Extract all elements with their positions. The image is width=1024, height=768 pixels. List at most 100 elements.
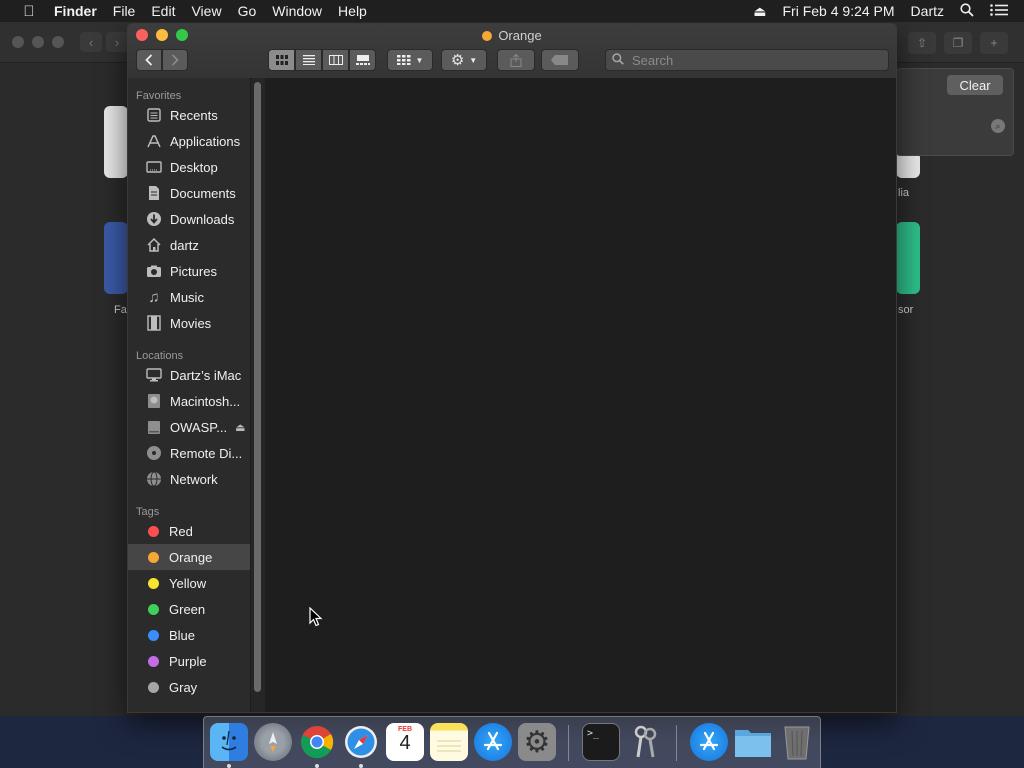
group-by-button[interactable]: ▼ [387, 49, 433, 71]
terminal-prompt-icon: >_ [587, 728, 600, 739]
sidebar-item-documents[interactable]: Documents [128, 180, 250, 206]
menu-edit[interactable]: Edit [151, 3, 175, 19]
sidebar-item-label: Network [170, 471, 218, 487]
eject-icon[interactable]: ⏏ [235, 421, 245, 434]
gallery-view-icon [355, 55, 370, 65]
menu-app-finder[interactable]: Finder [54, 3, 97, 19]
safari-icon[interactable] [342, 723, 380, 761]
background-app-label-2: Fa [114, 304, 127, 316]
sidebar-item-network[interactable]: Network [128, 466, 250, 492]
sidebar-item-movies[interactable]: Movies [128, 310, 250, 336]
sidebar-item-downloads[interactable]: Downloads [128, 206, 250, 232]
app-store-folder-icon[interactable] [690, 723, 728, 761]
background-app-label-4: sor [898, 304, 914, 316]
clear-button[interactable]: Clear [947, 75, 1003, 95]
share-button[interactable] [497, 49, 535, 71]
sidebar-item-label: Macintosh... [170, 393, 241, 409]
sidebar-tag-green[interactable]: Green [128, 596, 250, 622]
tag-button-wrap [541, 49, 579, 71]
sidebar-item-owasp-drive[interactable]: OWASP... ⏏ [128, 414, 250, 440]
forward-button[interactable] [162, 49, 188, 71]
mouse-cursor-icon [309, 607, 323, 627]
sidebar-tag-blue[interactable]: Blue [128, 622, 250, 648]
list-view-button[interactable] [295, 49, 322, 71]
share-icon[interactable]: ⇧ [908, 32, 936, 54]
eject-status-icon[interactable]: ⏏ [753, 3, 766, 20]
search-input[interactable] [630, 51, 874, 69]
file-content-area[interactable] [265, 78, 896, 712]
background-app-label-3: lia [898, 187, 910, 199]
group-button-wrap: ▼ [387, 49, 433, 71]
chevron-down-icon: ▼ [415, 55, 424, 65]
pictures-icon [145, 263, 163, 279]
scrollbar-thumb[interactable] [254, 82, 261, 692]
search-icon [612, 52, 624, 68]
sidebar-item-applications[interactable]: Applications [128, 128, 250, 154]
keychain-access-icon[interactable] [626, 723, 664, 761]
sidebar-item-label: Purple [169, 653, 207, 669]
sidebar-tag-yellow[interactable]: Yellow [128, 570, 250, 596]
icon-view-button[interactable] [268, 49, 295, 71]
sidebar-tag-purple[interactable]: Purple [128, 648, 250, 674]
menu-help[interactable]: Help [338, 3, 367, 19]
red-tag-icon [148, 525, 159, 537]
remote-disc-icon [145, 445, 163, 461]
sidebar-item-label: dartz [170, 237, 199, 253]
launchpad-icon[interactable] [254, 723, 292, 761]
menu-file[interactable]: File [113, 3, 136, 19]
sidebar-item-pictures[interactable]: Pictures [128, 258, 250, 284]
finder-icon[interactable] [210, 723, 248, 761]
spotlight-icon[interactable] [960, 2, 974, 20]
trash-icon[interactable] [778, 723, 816, 761]
sidebar-item-recents[interactable]: Recents [128, 102, 250, 128]
sidebar-item-home[interactable]: dartz [128, 232, 250, 258]
column-view-button[interactable] [322, 49, 349, 71]
menubar-user[interactable]: Dartz [911, 3, 944, 19]
sidebar-item-label: Downloads [170, 211, 235, 227]
sidebar-item-desktop[interactable]: Desktop [128, 154, 250, 180]
gallery-view-button[interactable] [349, 49, 376, 71]
background-window-controls [12, 36, 64, 48]
calendar-icon[interactable]: FEB 4 [386, 723, 424, 761]
sidebar-section-locations: Locations [136, 350, 184, 362]
sidebar-item-label: Desktop [170, 159, 218, 175]
green-tag-icon [148, 603, 159, 615]
chrome-running-indicator [315, 764, 319, 768]
sidebar-tag-gray[interactable]: Gray [128, 674, 250, 700]
windows-icon[interactable]: ❐ [944, 32, 972, 54]
folder-icon[interactable] [734, 723, 772, 761]
back-button[interactable] [136, 49, 162, 71]
dock-separator [676, 725, 677, 761]
chrome-icon[interactable] [298, 723, 336, 761]
add-tab-icon[interactable]: + [980, 32, 1008, 54]
sidebar-item-remote-disc[interactable]: Remote Di... [128, 440, 250, 466]
menu-window[interactable]: Window [272, 3, 322, 19]
sidebar-item-music[interactable]: ♫ Music [128, 284, 250, 310]
terminal-icon[interactable]: >_ [582, 723, 620, 761]
edit-tags-button[interactable] [541, 49, 579, 71]
menu-go[interactable]: Go [238, 3, 257, 19]
search-field[interactable] [605, 49, 889, 71]
sidebar-item-macintosh-hd[interactable]: Macintosh... [128, 388, 250, 414]
sidebar-item-imac[interactable]: Dartz’s iMac [128, 362, 250, 388]
search-icon[interactable]: ⌕ [991, 119, 1005, 133]
window-title: Orange [128, 28, 896, 43]
action-button[interactable]: ⚙ ▼ [441, 49, 487, 71]
sidebar-item-label: Applications [170, 133, 241, 149]
apple-menu-icon[interactable]:  [14, 3, 44, 20]
view-mode-buttons [268, 49, 376, 71]
desktop-icon [145, 159, 163, 175]
app-store-icon[interactable] [474, 723, 512, 761]
sidebar-tag-red[interactable]: Red [128, 518, 250, 544]
notes-icon[interactable] [430, 723, 468, 761]
menubar-clock[interactable]: Fri Feb 4 9:24 PM [783, 3, 895, 19]
sidebar-tag-orange[interactable]: Orange [128, 544, 250, 570]
calendar-day: 4 [399, 732, 411, 754]
sidebar-item-label: Movies [170, 315, 212, 331]
notification-center-icon[interactable] [990, 3, 1008, 19]
group-icon [396, 55, 411, 65]
applications-icon [145, 133, 163, 149]
system-preferences-icon[interactable]: ⚙ [518, 723, 556, 761]
menu-view[interactable]: View [191, 3, 221, 19]
sidebar-scrollbar[interactable] [251, 78, 265, 712]
